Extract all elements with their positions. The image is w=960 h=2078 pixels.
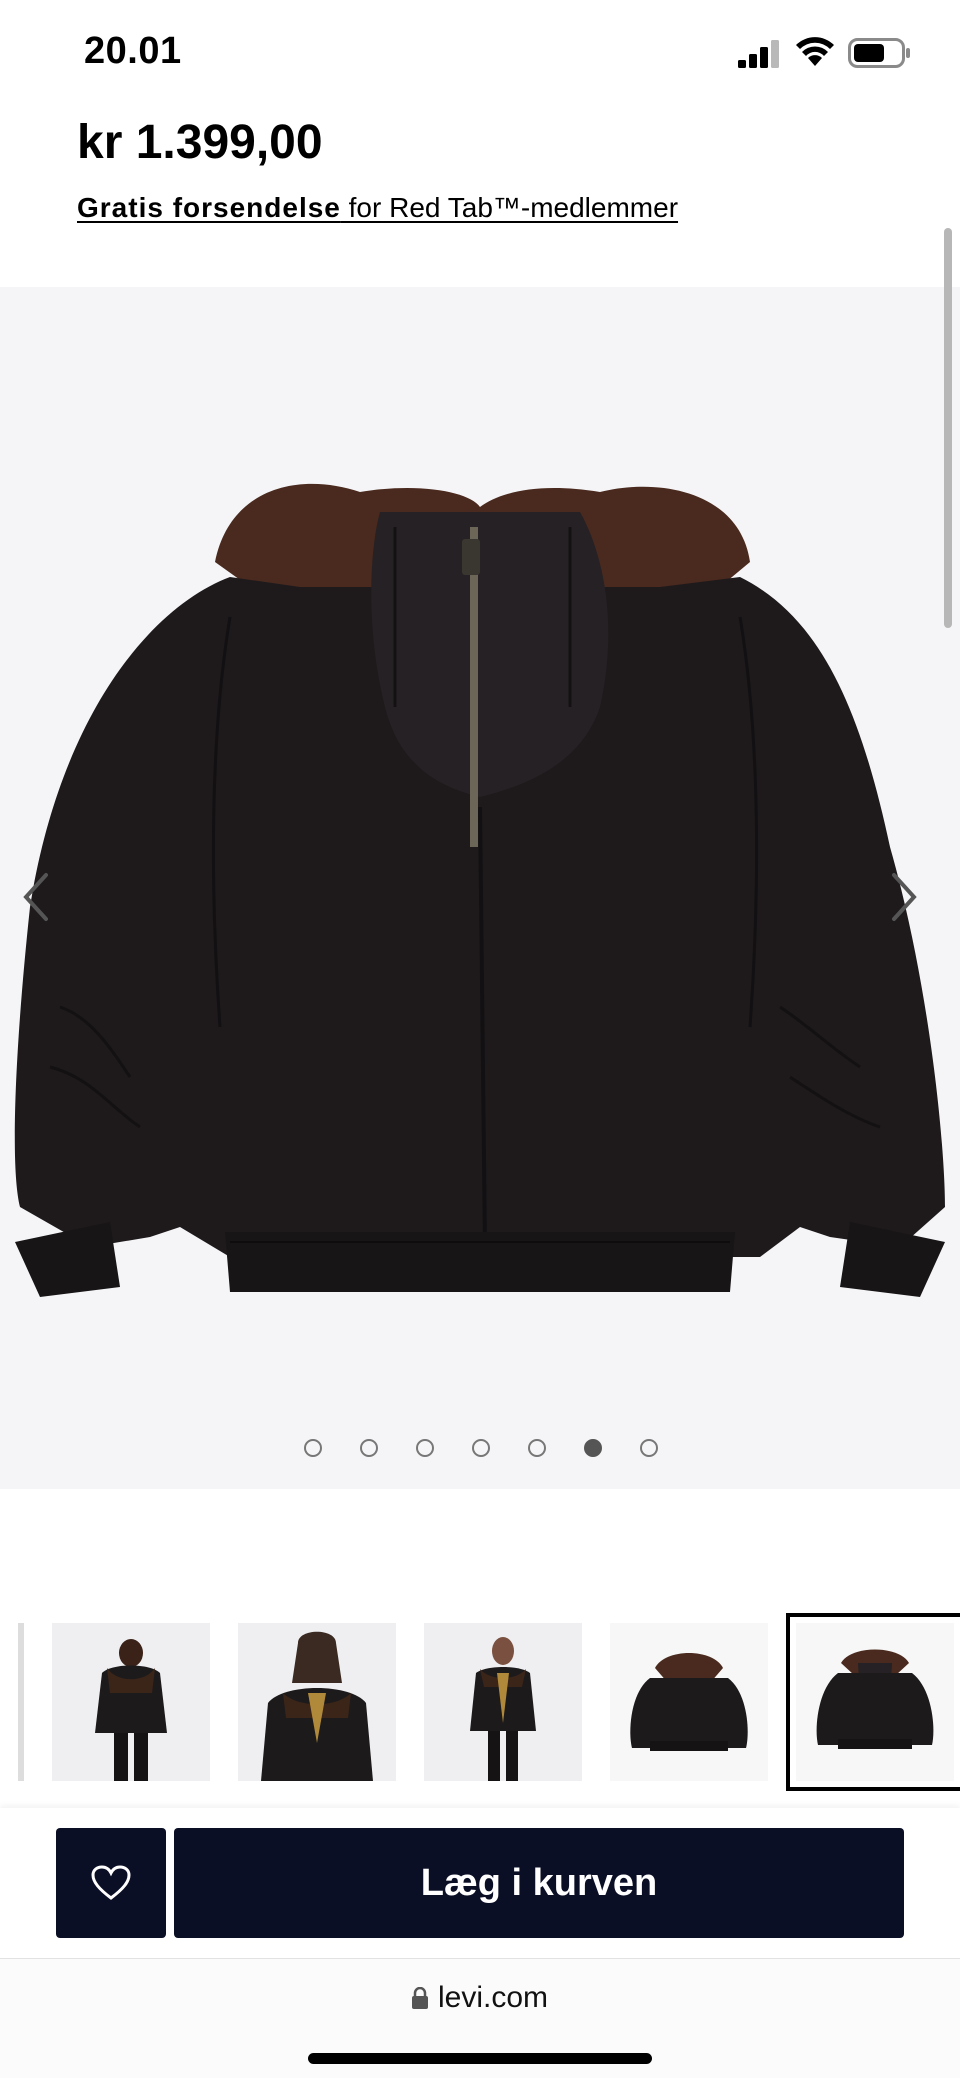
product-price: kr 1.399,00 [77, 116, 323, 169]
jacket-back-image [14, 483, 945, 1297]
product-image-carousel[interactable] [0, 287, 960, 1489]
carousel-dot[interactable] [528, 1439, 546, 1457]
url-text: levi.com [437, 1981, 549, 2014]
carousel-dot-active[interactable] [584, 1439, 602, 1457]
browser-url-bar[interactable]: levi.com [0, 1958, 960, 2078]
carousel-dot[interactable] [640, 1439, 658, 1457]
page-scrollbar[interactable] [944, 228, 952, 628]
carousel-dot[interactable] [304, 1439, 322, 1457]
carousel-dot[interactable] [360, 1439, 378, 1457]
signal-icon [738, 40, 779, 68]
action-bar: Læg i kurven [0, 1808, 960, 1958]
thumbnail-strip [0, 1613, 960, 1791]
lock-icon [411, 1987, 428, 2009]
shipping-rest-text: for Red Tab™-medlemmer [340, 192, 679, 223]
carousel-dot[interactable] [472, 1439, 490, 1457]
thumbnail[interactable] [238, 1623, 396, 1781]
url-display[interactable]: levi.com [0, 1981, 960, 2015]
thumbnail-selected[interactable] [786, 1613, 960, 1791]
product-page: 20.01 kr 1.399,00 Gratis forsendelse for… [0, 0, 960, 2078]
wishlist-button[interactable] [56, 1828, 166, 1938]
carousel-dot[interactable] [416, 1439, 434, 1457]
free-shipping-link[interactable]: Gratis forsendelse for Red Tab™-medlemme… [77, 192, 678, 224]
chevron-right-icon[interactable] [884, 867, 924, 927]
add-to-cart-button[interactable]: Læg i kurven [174, 1828, 904, 1938]
chevron-left-icon[interactable] [16, 867, 56, 927]
status-bar: 20.01 [0, 0, 960, 100]
shipping-bold-text: Gratis forsendelse [77, 192, 341, 223]
heart-icon [91, 1865, 131, 1900]
thumbnail[interactable] [610, 1623, 768, 1781]
battery-icon [848, 38, 910, 68]
home-indicator[interactable] [308, 2053, 652, 2064]
thumbnail-partial[interactable] [18, 1623, 24, 1781]
thumbnail[interactable] [52, 1623, 210, 1781]
status-time: 20.01 [84, 30, 182, 72]
carousel-dots [0, 1439, 960, 1469]
wifi-icon [796, 37, 834, 66]
thumbnail[interactable] [424, 1623, 582, 1781]
